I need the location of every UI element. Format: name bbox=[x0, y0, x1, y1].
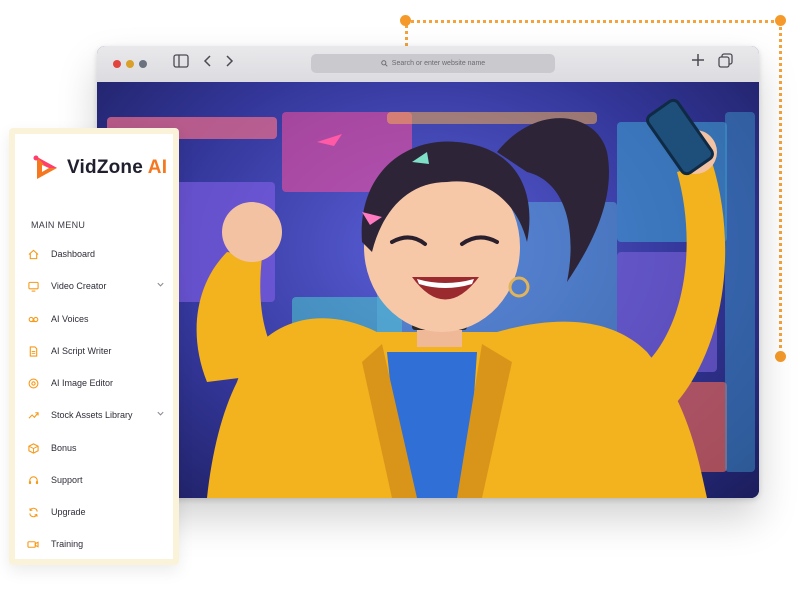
sidebar-item-label: Video Creator bbox=[51, 281, 107, 291]
cheering-girl-illustration bbox=[196, 98, 726, 498]
sidebar-item-ai-script-writer[interactable]: AI Script Writer bbox=[27, 340, 167, 362]
play-logo-icon bbox=[33, 155, 57, 179]
headset-icon bbox=[27, 474, 39, 486]
box-icon bbox=[27, 442, 39, 454]
sidebar-item-ai-voices[interactable]: AI Voices bbox=[27, 308, 167, 330]
sidebar-item-label: AI Voices bbox=[51, 314, 89, 324]
sidebar-item-label: Training bbox=[51, 539, 84, 549]
home-icon bbox=[27, 248, 39, 260]
brand-logo[interactable]: VidZone AI bbox=[33, 148, 167, 188]
sidebar-item-label: AI Image Editor bbox=[51, 378, 114, 388]
search-icon bbox=[381, 60, 388, 67]
aperture-icon bbox=[27, 377, 39, 389]
sidebar-item-bonus[interactable]: Bonus bbox=[27, 437, 167, 459]
zoom-window-button[interactable] bbox=[139, 60, 147, 68]
tab-overview-icon[interactable] bbox=[718, 53, 733, 74]
dotted-bracket-right bbox=[779, 20, 782, 356]
sidebar-item-label: Bonus bbox=[51, 443, 77, 453]
sidebar-item-ai-image-editor[interactable]: AI Image Editor bbox=[27, 372, 167, 394]
close-window-button[interactable] bbox=[113, 60, 121, 68]
browser-window: Search or enter website name bbox=[97, 46, 759, 498]
sidebar: VidZone AI MAIN MENU Dashboard Video Cre… bbox=[15, 134, 173, 559]
sidebar-item-upgrade[interactable]: Upgrade bbox=[27, 501, 167, 523]
chevron-down-icon[interactable] bbox=[156, 280, 165, 291]
video-icon bbox=[27, 538, 39, 550]
sidebar-item-label: AI Script Writer bbox=[51, 346, 112, 356]
sidebar-item-stock-assets-library[interactable]: Stock Assets Library bbox=[27, 404, 167, 426]
trending-icon bbox=[27, 409, 39, 421]
back-icon[interactable] bbox=[203, 54, 213, 74]
sidebar-item-training[interactable]: Training bbox=[27, 533, 167, 555]
dotted-bracket-top bbox=[406, 20, 780, 23]
voicemail-icon bbox=[27, 313, 39, 325]
bracket-dot bbox=[400, 15, 411, 26]
sidebar-toggle-icon[interactable] bbox=[173, 54, 189, 74]
chevron-down-icon[interactable] bbox=[156, 409, 165, 420]
main-menu-heading: MAIN MENU bbox=[31, 220, 86, 230]
monitor-icon bbox=[27, 280, 39, 292]
sidebar-item-video-creator[interactable]: Video Creator bbox=[27, 275, 167, 297]
sidebar-item-label: Stock Assets Library bbox=[51, 410, 133, 420]
minimize-window-button[interactable] bbox=[126, 60, 134, 68]
sidebar-item-support[interactable]: Support bbox=[27, 469, 167, 491]
sidebar-item-dashboard[interactable]: Dashboard bbox=[27, 243, 167, 265]
document-icon bbox=[27, 345, 39, 357]
refresh-icon bbox=[27, 506, 39, 518]
address-bar-placeholder: Search or enter website name bbox=[391, 60, 486, 67]
sidebar-item-label: Upgrade bbox=[51, 507, 86, 517]
forward-icon[interactable] bbox=[224, 54, 234, 74]
sidebar-item-label: Support bbox=[51, 475, 83, 485]
brand-name: VidZone AI bbox=[67, 157, 168, 178]
address-bar[interactable]: Search or enter website name bbox=[311, 54, 555, 73]
browser-toolbar: Search or enter website name bbox=[97, 46, 759, 83]
bracket-dot bbox=[775, 351, 786, 362]
sidebar-item-label: Dashboard bbox=[51, 249, 96, 259]
hero-illustration bbox=[97, 82, 759, 498]
bracket-dot bbox=[775, 15, 786, 26]
new-tab-icon[interactable] bbox=[691, 53, 705, 73]
